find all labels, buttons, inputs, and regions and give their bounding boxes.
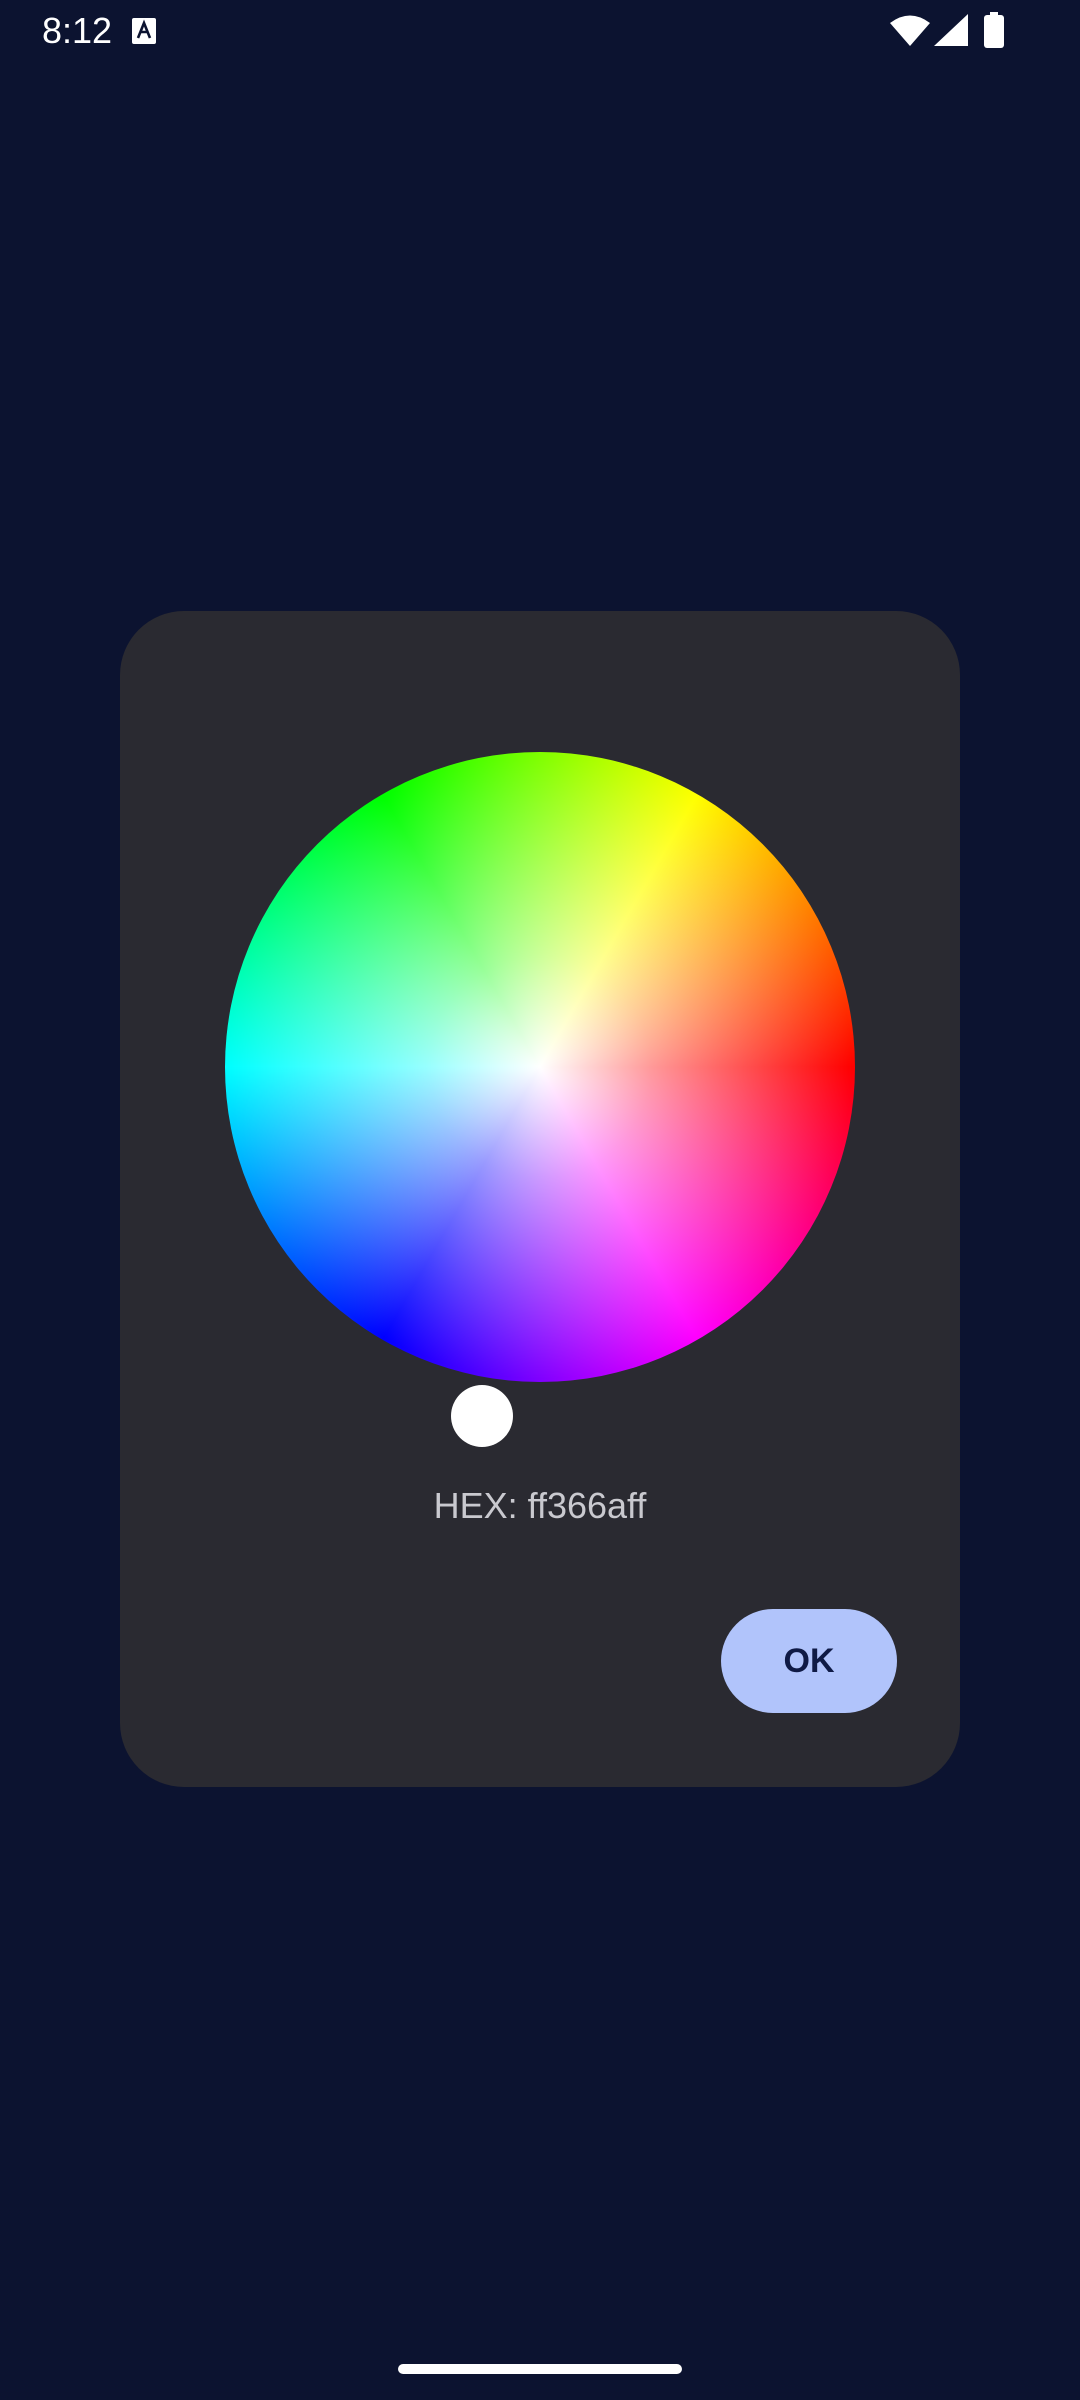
- color-selector-thumb[interactable]: [451, 1385, 513, 1447]
- a-icon: [132, 18, 156, 44]
- wifi-icon: [890, 15, 930, 46]
- hex-value-label: HEX: ff366aff: [433, 1485, 647, 1526]
- color-wheel-saturation-overlay: [225, 752, 855, 1382]
- color-picker-dialog: HEX: ff366aff OK: [120, 611, 960, 1787]
- home-indicator[interactable]: [398, 2364, 682, 2374]
- ok-button[interactable]: OK: [721, 1609, 897, 1713]
- color-wheel-container[interactable]: [225, 752, 855, 1447]
- battery-icon: [984, 12, 1004, 48]
- status-bar: 8:12: [0, 0, 1080, 62]
- screen: 8:12 HEX: ff366aff OK: [0, 0, 1080, 2400]
- status-time: 8:12: [42, 10, 113, 51]
- signal-icon: [934, 14, 968, 46]
